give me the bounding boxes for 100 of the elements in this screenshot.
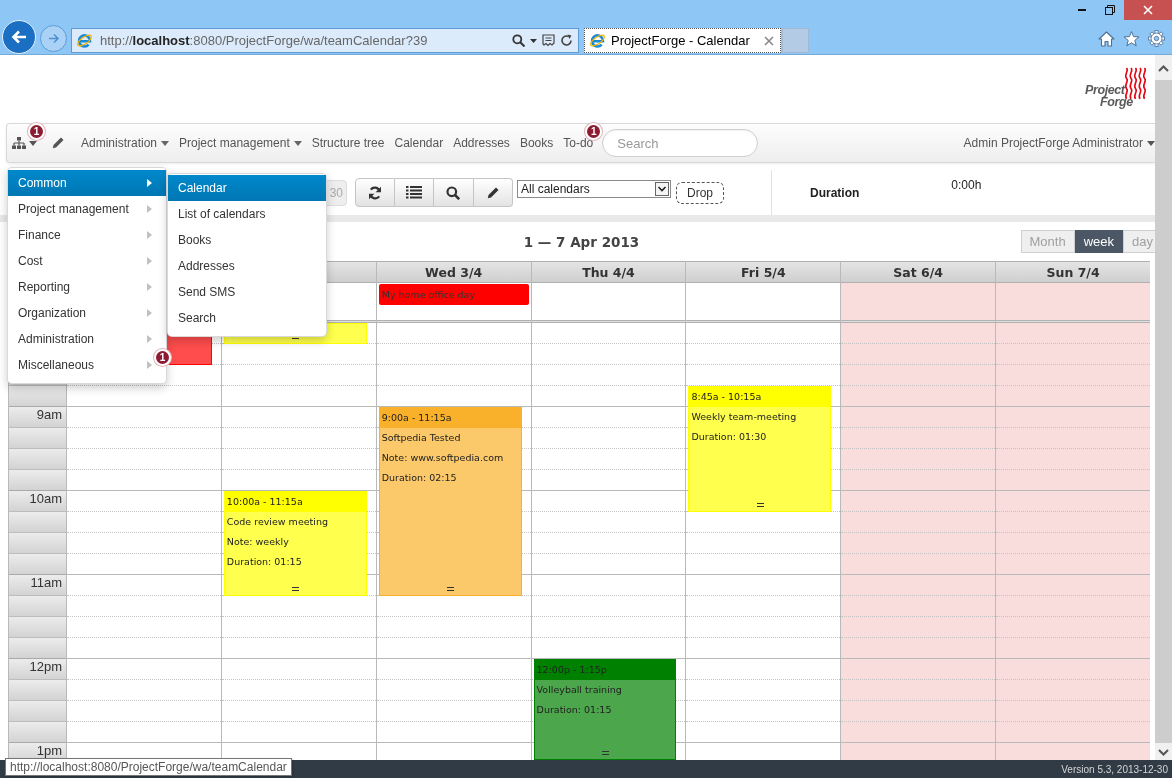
calendar-select[interactable]: All calendars (517, 180, 671, 198)
time-label: 1pm (36, 744, 62, 757)
menu-item[interactable]: Finance (8, 222, 166, 248)
list-icon (405, 186, 422, 199)
restore-icon (1105, 5, 1115, 15)
time-label: 11am (30, 576, 62, 589)
caret-right-icon (147, 179, 152, 187)
caret-right-icon (147, 283, 152, 291)
menu-item[interactable]: Send SMS (168, 279, 326, 305)
notification-badge: 1 (585, 123, 603, 140)
link-tooltip: http://localhost:8080/ProjectForge/wa/teamCalendar (5, 758, 292, 776)
tab-title[interactable]: ProjectForge - Calendar (611, 33, 764, 48)
list-button[interactable] (394, 178, 434, 207)
pencil-icon (486, 186, 499, 199)
page-icon[interactable] (542, 34, 555, 47)
grip-icon[interactable] (292, 587, 300, 591)
search-button[interactable] (434, 178, 474, 207)
drop-zone[interactable]: Drop (676, 181, 724, 204)
back-button[interactable] (2, 20, 36, 54)
caret-down-icon[interactable] (530, 38, 537, 43)
nav-link[interactable]: Structure tree (306, 135, 390, 151)
event-card[interactable]: 10:00a - 11:15a Code review meeting Note: weekly Duration: 01:15 (223, 491, 367, 596)
nav-menu[interactable]: Project management (174, 135, 307, 151)
menu-item[interactable]: Project management (8, 196, 166, 222)
search-icon (446, 185, 461, 200)
grip-icon[interactable] (602, 751, 609, 755)
version-text: Version 5.3, 2013-12-30 (1061, 763, 1168, 775)
nav-link[interactable]: Books (514, 135, 559, 151)
nav-link[interactable]: Addresses (448, 135, 515, 151)
time-label: 10am (29, 492, 62, 505)
time-label: 12pm (29, 660, 62, 673)
day-header: Fri 5/4 (686, 261, 841, 283)
caret-down-icon (1147, 140, 1155, 146)
nav-menu[interactable]: Administration (76, 135, 175, 151)
caret-right-icon (147, 205, 152, 213)
menu-item[interactable]: Reporting (8, 274, 166, 300)
event-card[interactable]: 8:45a - 10:15a Weekly team-meeting Duration: 01:30 (688, 386, 832, 512)
event-text: Weekly team-meeting (690, 410, 798, 424)
search-field[interactable]: Search (602, 129, 759, 157)
star-icon[interactable] (1123, 30, 1140, 47)
close-icon[interactable] (764, 35, 774, 46)
day-header: Wed 3/4 (376, 261, 531, 283)
menu-item[interactable]: Addresses (168, 253, 326, 279)
logo-text: Project (1085, 84, 1125, 97)
menu-item[interactable]: Books (168, 227, 326, 253)
time-label: 9am (36, 408, 62, 421)
event-text: Note: www.softpedia.com (380, 451, 505, 465)
notification-badge: 1 (154, 349, 171, 366)
user-menu[interactable]: Admin ProjectForge Administrator (963, 136, 1155, 150)
day-header: Sun 7/4 (996, 261, 1150, 283)
arrow-right-icon (47, 33, 60, 44)
menu-item[interactable]: Miscellaneous (8, 352, 152, 378)
caret-right-icon (147, 231, 152, 239)
chevron-down-icon (655, 182, 669, 196)
browser-tab[interactable]: ProjectForge - Calendar (584, 28, 781, 53)
menu-item[interactable]: Administration (8, 326, 166, 352)
search-icon[interactable] (512, 34, 525, 47)
event-text: Note: weekly (225, 535, 290, 549)
caret-down-icon (161, 140, 170, 146)
edit-button[interactable] (473, 178, 513, 207)
settings-icon[interactable] (1148, 30, 1165, 47)
menu-item[interactable]: Common (8, 170, 166, 196)
menu-button[interactable] (12, 135, 37, 151)
grip-icon[interactable] (447, 587, 455, 591)
nav-link[interactable]: Calendar (389, 135, 449, 151)
chevron-down-icon[interactable] (1158, 749, 1169, 756)
chevron-up-icon[interactable] (1158, 65, 1169, 72)
home-icon[interactable] (1098, 30, 1115, 47)
event-time: 9:00a - 11:15a (379, 408, 521, 428)
arrow-left-icon (11, 30, 27, 44)
refresh-icon (367, 185, 382, 200)
event-card[interactable]: 12:00p - 1:15p Volleyball training Duration: 01:15 (533, 659, 677, 760)
grip-icon[interactable] (756, 503, 764, 507)
close-icon (1143, 5, 1153, 15)
menu-item[interactable]: Cost (8, 248, 166, 274)
browser-logo-icon (589, 32, 606, 49)
caret-down-icon (293, 140, 302, 146)
refresh-button[interactable] (355, 178, 395, 207)
menu-item[interactable]: Organization (8, 300, 166, 326)
url-text[interactable]: http://localhost:8080/ProjectForge/wa/teamCalendar?39 (100, 33, 507, 48)
notification-badge: 1 (28, 123, 45, 140)
menu-item[interactable]: Search (168, 305, 326, 331)
caret-right-icon (147, 309, 152, 317)
refresh-icon[interactable] (560, 34, 573, 47)
date-range-title: 1 — 7 Apr 2013 (523, 233, 640, 250)
day-header: Thu 4/4 (531, 261, 686, 283)
caret-right-icon (147, 335, 152, 343)
event-text: Code review meeting (225, 515, 329, 529)
event-text: Softpedia Tested (380, 431, 462, 445)
address-bar[interactable]: http://localhost:8080/ProjectForge/wa/teamCalendar?39 (71, 28, 579, 53)
menu-item[interactable]: Calendar (168, 175, 326, 201)
event-text: Duration: 01:30 (690, 430, 768, 444)
event-time: 12:00p - 1:15p (534, 660, 676, 680)
browser-logo-icon (76, 32, 93, 49)
event-time: 8:45a - 10:15a (689, 387, 831, 407)
logo-text: Forge (1100, 96, 1133, 109)
pencil-icon[interactable] (52, 137, 64, 149)
event-card[interactable]: 9:00a - 11:15a Softpedia Tested Note: www.softpedia.com Duration: 02:15 (378, 407, 522, 596)
event-text: Volleyball training (535, 683, 623, 697)
view-tab[interactable]: week (1074, 230, 1124, 253)
